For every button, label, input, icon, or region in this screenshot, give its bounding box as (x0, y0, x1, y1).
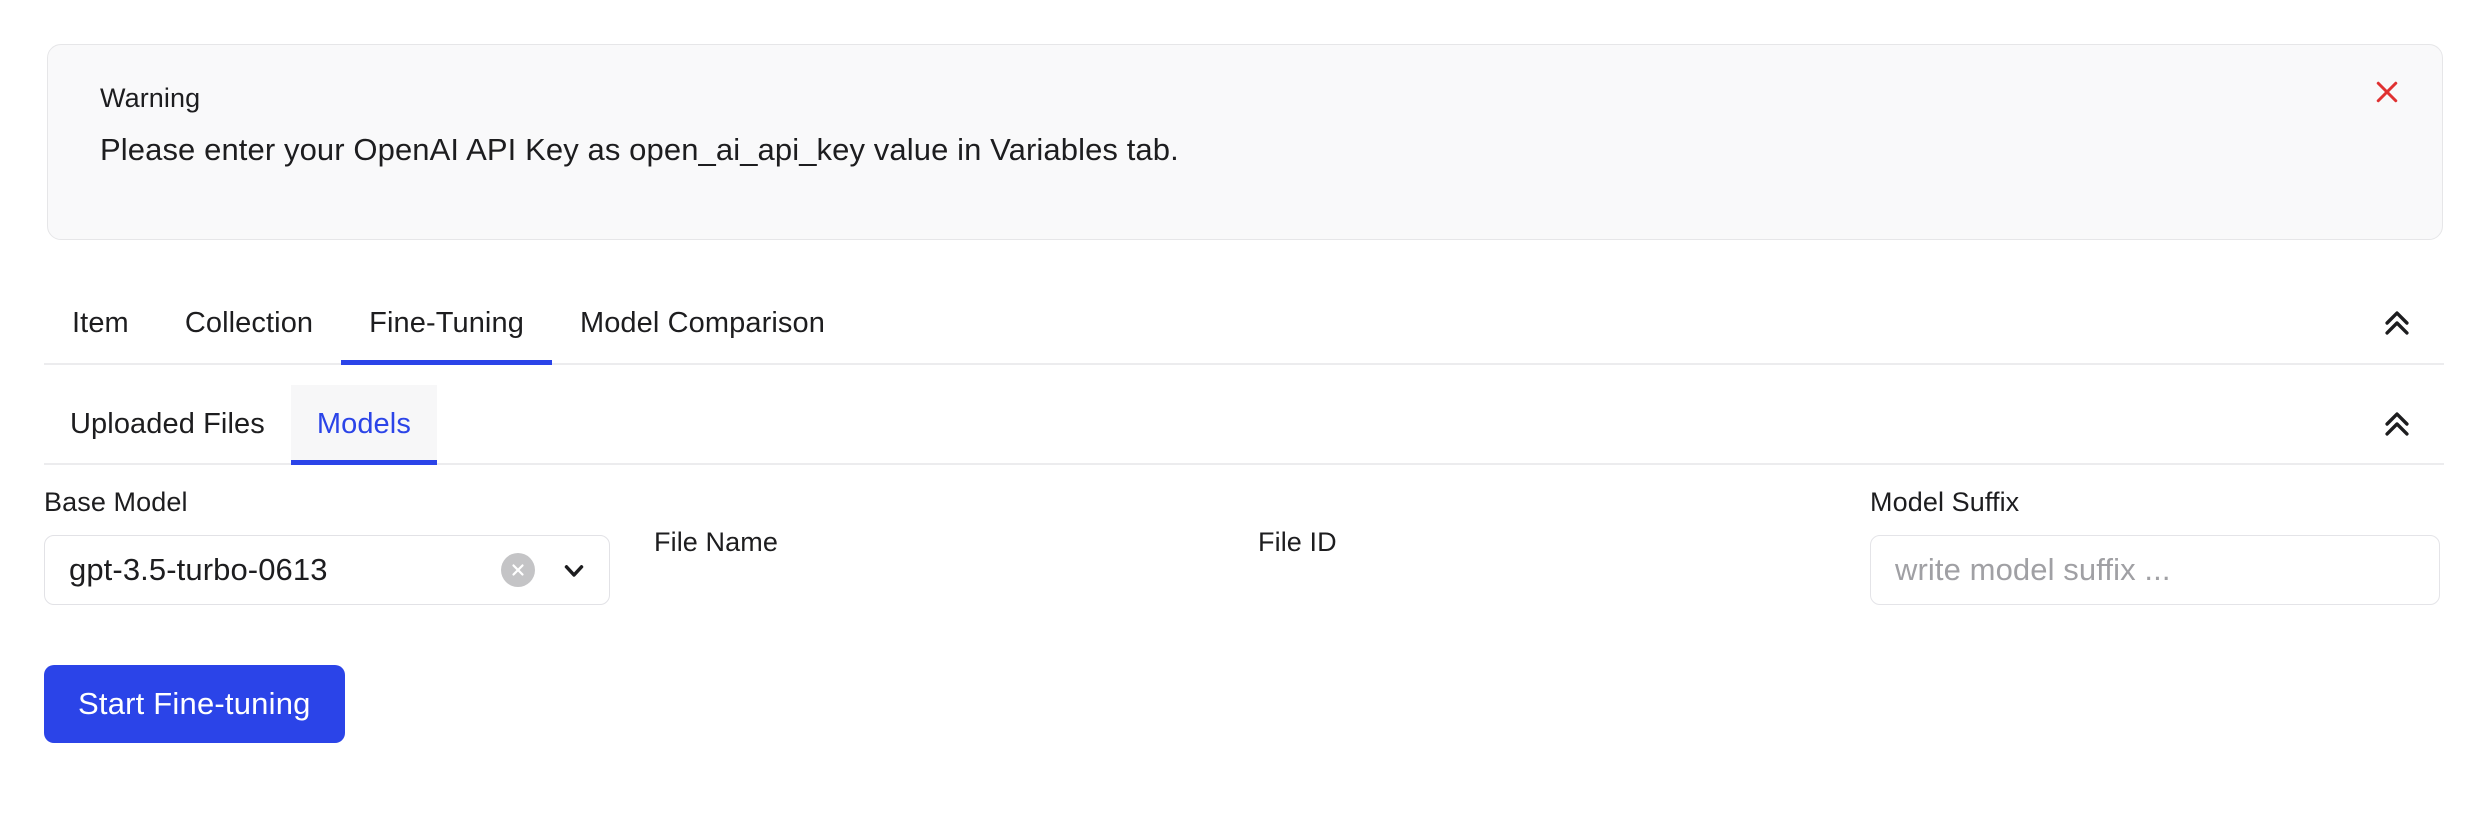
primary-tabs-collapse-button[interactable] (2370, 296, 2424, 350)
primary-tabbar: Item Collection Fine-Tuning Model Compar… (44, 283, 2444, 365)
file-id-label: File ID (1258, 527, 1337, 557)
base-model-label: Base Model (44, 487, 188, 517)
secondary-tabbar: Uploaded Files Models (44, 385, 2444, 465)
close-x-icon (2372, 77, 2402, 107)
secondary-tab-list: Uploaded Files Models (44, 385, 438, 465)
subtab-uploaded-files[interactable]: Uploaded Files (44, 385, 291, 463)
warning-title: Warning (100, 83, 201, 113)
tab-fine-tuning[interactable]: Fine-Tuning (341, 283, 552, 365)
base-model-selected-value: gpt-3.5-turbo-0613 (69, 552, 328, 587)
primary-tab-list: Item Collection Fine-Tuning Model Compar… (44, 283, 853, 365)
tab-model-comparison[interactable]: Model Comparison (552, 283, 853, 363)
double-chevron-up-icon (2380, 306, 2414, 340)
base-model-select[interactable]: gpt-3.5-turbo-0613 (44, 535, 610, 605)
file-name-label: File Name (654, 527, 778, 557)
start-fine-tuning-button[interactable]: Start Fine-tuning (44, 665, 345, 743)
warning-message: Please enter your OpenAI API Key as open… (100, 132, 1179, 167)
fine-tuning-page: Warning Please enter your OpenAI API Key… (0, 0, 2488, 824)
chevron-down-icon[interactable] (553, 549, 595, 591)
warning-banner: Warning Please enter your OpenAI API Key… (47, 44, 2443, 240)
model-suffix-input[interactable] (1870, 535, 2440, 605)
tab-collection[interactable]: Collection (157, 283, 341, 363)
secondary-tabs-collapse-button[interactable] (2370, 397, 2424, 451)
base-model-clear-button[interactable] (501, 553, 535, 587)
warning-close-button[interactable] (2364, 69, 2410, 115)
tab-item[interactable]: Item (44, 283, 157, 363)
clear-circle-icon (509, 561, 527, 579)
subtab-models[interactable]: Models (290, 385, 438, 465)
double-chevron-up-icon (2380, 407, 2414, 441)
model-suffix-label: Model Suffix (1870, 487, 2020, 517)
